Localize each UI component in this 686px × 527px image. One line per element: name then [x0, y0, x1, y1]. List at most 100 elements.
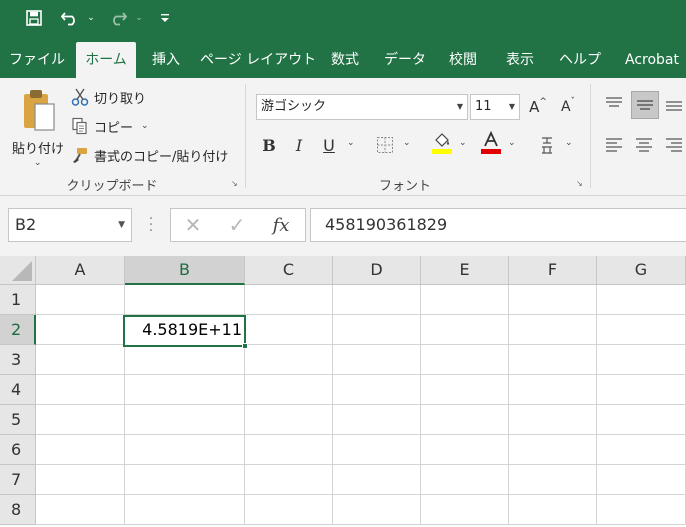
- grid-cell[interactable]: [421, 495, 509, 525]
- align-center-icon[interactable]: [632, 133, 656, 157]
- grid-cell[interactable]: [333, 405, 421, 435]
- tab-file[interactable]: ファイル: [6, 42, 68, 78]
- grid-cell[interactable]: [333, 495, 421, 525]
- grid-cell[interactable]: [36, 405, 125, 435]
- grid-cell[interactable]: [421, 375, 509, 405]
- align-top-icon[interactable]: [602, 92, 626, 116]
- grid-cell[interactable]: [36, 345, 125, 375]
- tab-insert[interactable]: 挿入: [144, 42, 188, 78]
- grid-cell[interactable]: [597, 375, 686, 405]
- grid-cell[interactable]: [597, 405, 686, 435]
- grid-cell[interactable]: [333, 315, 421, 345]
- grid-cell[interactable]: [597, 465, 686, 495]
- chevron-down-icon[interactable]: ⌄: [459, 138, 467, 148]
- row-header-1[interactable]: 1: [0, 285, 36, 315]
- grid-cell[interactable]: [333, 465, 421, 495]
- grid-cell[interactable]: [597, 435, 686, 465]
- column-header-d[interactable]: D: [333, 256, 421, 285]
- grid-cell[interactable]: [125, 465, 245, 495]
- grid-cell[interactable]: [125, 435, 245, 465]
- grid-cell[interactable]: [597, 345, 686, 375]
- row-header-4[interactable]: 4: [0, 375, 36, 405]
- grid-cell[interactable]: [36, 285, 125, 315]
- grid-cell[interactable]: [597, 315, 686, 345]
- grid-cell[interactable]: [36, 465, 125, 495]
- column-header-e[interactable]: E: [421, 256, 509, 285]
- grid-cell[interactable]: [421, 435, 509, 465]
- fill-handle[interactable]: [242, 343, 248, 349]
- font-color-icon[interactable]: [479, 131, 503, 155]
- borders-icon[interactable]: [373, 133, 397, 157]
- cancel-icon[interactable]: ✕: [173, 209, 213, 241]
- undo-dropdown-icon[interactable]: ⌄: [84, 6, 98, 30]
- grid-cell[interactable]: [509, 345, 597, 375]
- copy-button[interactable]: コピー ⌄: [70, 115, 149, 137]
- grid-cell[interactable]: [245, 465, 333, 495]
- chevron-down-icon[interactable]: ⌄: [141, 121, 149, 131]
- row-header-2[interactable]: 2: [0, 315, 36, 345]
- tab-data[interactable]: データ: [380, 42, 430, 78]
- row-header-7[interactable]: 7: [0, 465, 36, 495]
- grid-cell[interactable]: [245, 435, 333, 465]
- grid-cell[interactable]: [421, 315, 509, 345]
- phonetic-guide-icon[interactable]: [535, 133, 559, 157]
- bold-icon[interactable]: B: [257, 133, 281, 157]
- redo-icon[interactable]: [106, 6, 130, 30]
- decrease-font-size-icon[interactable]: Aˇ: [556, 95, 580, 119]
- grid-cell[interactable]: [509, 465, 597, 495]
- column-header-c[interactable]: C: [245, 256, 333, 285]
- grid-cell[interactable]: [421, 465, 509, 495]
- chevron-down-icon[interactable]: ⌄: [508, 138, 516, 148]
- grid-cell[interactable]: [245, 375, 333, 405]
- redo-dropdown-icon[interactable]: ⌄: [132, 6, 146, 30]
- grid-cell[interactable]: [245, 405, 333, 435]
- grid-cell[interactable]: [509, 285, 597, 315]
- font-size-select[interactable]: 11 ▼: [470, 94, 520, 120]
- chevron-down-icon[interactable]: ⌄: [403, 138, 411, 148]
- column-header-a[interactable]: A: [36, 256, 125, 285]
- grid-cell[interactable]: [245, 495, 333, 525]
- grid-cell[interactable]: [333, 345, 421, 375]
- dialog-launcher-icon[interactable]: ↘: [231, 179, 241, 189]
- row-header-3[interactable]: 3: [0, 345, 36, 375]
- chevron-down-icon[interactable]: ⌄: [565, 138, 573, 148]
- dialog-launcher-icon[interactable]: ↘: [576, 179, 586, 189]
- align-bottom-icon[interactable]: [662, 92, 686, 116]
- tab-review[interactable]: 校閲: [440, 42, 486, 78]
- grid-cell[interactable]: [125, 285, 245, 315]
- row-header-6[interactable]: 6: [0, 435, 36, 465]
- fill-color-icon[interactable]: [430, 131, 454, 155]
- format-painter-button[interactable]: 書式のコピー/貼り付け: [70, 144, 228, 166]
- grid-cell[interactable]: [333, 285, 421, 315]
- grid-cell[interactable]: [421, 405, 509, 435]
- chevron-down-icon[interactable]: ⌄: [34, 158, 42, 168]
- grid-cell[interactable]: [333, 435, 421, 465]
- grid-cell[interactable]: [597, 285, 686, 315]
- undo-icon[interactable]: [58, 6, 82, 30]
- name-box[interactable]: B2 ▼: [8, 208, 132, 242]
- align-right-icon[interactable]: [662, 133, 686, 157]
- tab-view[interactable]: 表示: [498, 42, 542, 78]
- grid-cell[interactable]: [597, 495, 686, 525]
- tab-help[interactable]: ヘルプ: [554, 42, 606, 78]
- select-all-button[interactable]: [0, 256, 36, 285]
- grid-cell[interactable]: [36, 375, 125, 405]
- row-header-5[interactable]: 5: [0, 405, 36, 435]
- grid-cell[interactable]: [36, 495, 125, 525]
- grid-cell[interactable]: [421, 285, 509, 315]
- grid-cell[interactable]: [245, 285, 333, 315]
- grid-cell[interactable]: [125, 345, 245, 375]
- row-header-8[interactable]: 8: [0, 495, 36, 525]
- grid-cell[interactable]: [333, 375, 421, 405]
- column-header-b[interactable]: B: [125, 256, 245, 285]
- underline-icon[interactable]: U: [317, 133, 341, 157]
- font-name-select[interactable]: 游ゴシック ▼: [256, 94, 468, 120]
- grid-cell[interactable]: [36, 435, 125, 465]
- tab-acrobat[interactable]: Acrobat: [618, 42, 686, 78]
- grid-cell[interactable]: [245, 315, 333, 345]
- paste-button[interactable]: 貼り付け ⌄: [10, 86, 66, 172]
- grid-cell[interactable]: [509, 495, 597, 525]
- increase-font-size-icon[interactable]: A ^: [526, 95, 550, 119]
- tab-page-layout[interactable]: ページ レイアウト: [200, 42, 316, 78]
- column-header-g[interactable]: G: [597, 256, 686, 285]
